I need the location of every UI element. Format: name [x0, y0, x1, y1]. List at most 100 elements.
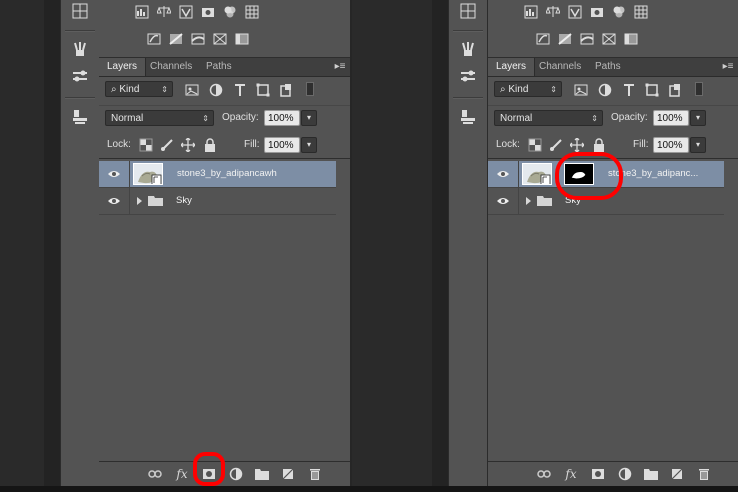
lock-all-icon[interactable] — [592, 138, 606, 152]
adjustments-row-2 — [536, 32, 638, 46]
camera-icon[interactable] — [201, 5, 215, 19]
filter-toggle-switch[interactable] — [306, 82, 314, 96]
trash-icon[interactable] — [696, 466, 712, 482]
adjustment-filter-icon[interactable] — [598, 83, 612, 97]
invert-icon[interactable] — [536, 32, 550, 46]
adjustment-filter-icon[interactable] — [209, 83, 223, 97]
new-group-icon[interactable] — [254, 466, 270, 482]
lock-transparency-icon[interactable] — [139, 138, 153, 152]
opacity-input[interactable]: 100% — [653, 110, 689, 126]
expand-triangle-icon[interactable] — [526, 197, 531, 205]
gradient-map-icon[interactable] — [602, 32, 616, 46]
lock-transparency-icon[interactable] — [528, 138, 542, 152]
posterize-icon[interactable] — [169, 32, 183, 46]
lock-position-icon[interactable] — [569, 137, 585, 153]
layer-group-row[interactable]: Sky — [99, 188, 336, 215]
lock-pixels-icon[interactable] — [549, 138, 563, 152]
levels-icon[interactable] — [135, 5, 149, 19]
lock-pixels-icon[interactable] — [160, 138, 174, 152]
levels-icon[interactable] — [524, 5, 538, 19]
eye-icon[interactable] — [99, 161, 130, 187]
gradient-map-icon[interactable] — [213, 32, 227, 46]
tab-paths[interactable]: Paths — [198, 58, 240, 76]
add-layer-mask-button[interactable] — [201, 466, 217, 482]
document-canvas[interactable] — [0, 0, 44, 492]
vibrance-icon[interactable] — [568, 5, 582, 19]
vibrance-icon[interactable] — [179, 5, 193, 19]
channel-mixer-icon[interactable] — [223, 5, 237, 19]
fill-input[interactable]: 100% — [264, 137, 300, 153]
camera-icon[interactable] — [590, 5, 604, 19]
adjustments-sliders-icon[interactable] — [61, 65, 99, 87]
tab-paths[interactable]: Paths — [587, 58, 629, 76]
balance-icon[interactable] — [157, 5, 171, 19]
shape-filter-icon[interactable] — [256, 83, 270, 97]
smart-object-filter-icon[interactable] — [279, 83, 293, 97]
eye-icon[interactable] — [488, 188, 519, 214]
new-layer-icon[interactable] — [280, 466, 296, 482]
invert-icon[interactable] — [147, 32, 161, 46]
lock-all-icon[interactable] — [203, 138, 217, 152]
new-layer-icon[interactable] — [669, 466, 685, 482]
layer-thumbnail[interactable] — [522, 163, 552, 185]
grid-icon[interactable] — [449, 0, 487, 22]
panel-menu-icon[interactable]: ▸≡ — [721, 61, 735, 73]
brush-presets-icon[interactable] — [449, 38, 487, 60]
tab-layers[interactable]: Layers — [488, 58, 536, 76]
pixel-filter-icon[interactable] — [574, 83, 588, 97]
panel-menu-icon[interactable]: ▸≡ — [333, 61, 347, 73]
trash-icon[interactable] — [307, 466, 323, 482]
fill-dropdown-button[interactable]: ▾ — [301, 137, 317, 153]
balance-icon[interactable] — [546, 5, 560, 19]
type-filter-icon[interactable] — [233, 83, 247, 97]
layer-row[interactable]: stone3_by_adipancawh — [99, 161, 336, 188]
adjustments-sliders-icon[interactable] — [449, 65, 487, 87]
smart-object-filter-icon[interactable] — [668, 83, 682, 97]
tab-channels[interactable]: Channels — [142, 58, 200, 76]
layer-mask-thumbnail[interactable] — [564, 163, 594, 185]
adjustment-layer-icon[interactable] — [228, 466, 244, 482]
opacity-input[interactable]: 100% — [264, 110, 300, 126]
channel-mixer-icon[interactable] — [612, 5, 626, 19]
clone-source-icon[interactable] — [61, 106, 99, 128]
color-lookup-icon[interactable] — [634, 5, 648, 19]
layer-group-row[interactable]: Sky — [488, 188, 724, 215]
adjustment-layer-icon[interactable] — [617, 466, 633, 482]
link-icon[interactable] — [147, 466, 163, 482]
link-icon[interactable] — [536, 466, 552, 482]
pixel-filter-icon[interactable] — [185, 83, 199, 97]
opacity-dropdown-button[interactable]: ▾ — [690, 110, 706, 126]
threshold-icon[interactable] — [191, 32, 205, 46]
expand-triangle-icon[interactable] — [137, 197, 142, 205]
threshold-icon[interactable] — [580, 32, 594, 46]
new-group-icon[interactable] — [643, 466, 659, 482]
brush-presets-icon[interactable] — [61, 38, 99, 60]
tab-channels[interactable]: Channels — [531, 58, 589, 76]
fill-input[interactable]: 100% — [653, 137, 689, 153]
selective-color-icon[interactable] — [235, 32, 249, 46]
fill-dropdown-button[interactable]: ▾ — [690, 137, 706, 153]
filter-toggle-switch[interactable] — [695, 82, 703, 96]
posterize-icon[interactable] — [558, 32, 572, 46]
color-lookup-icon[interactable] — [245, 5, 259, 19]
eye-icon[interactable] — [99, 188, 130, 214]
type-filter-icon[interactable] — [622, 83, 636, 97]
shape-filter-icon[interactable] — [645, 83, 659, 97]
add-layer-mask-button[interactable] — [590, 466, 606, 482]
tab-layers[interactable]: Layers — [99, 58, 147, 76]
selective-color-icon[interactable] — [624, 32, 638, 46]
blend-mode-select[interactable]: Normal ⇕ — [105, 110, 214, 126]
lock-position-icon[interactable] — [180, 137, 196, 153]
filter-kind-select[interactable]: ⌕ Kind ⇕ — [494, 81, 562, 97]
filter-kind-select[interactable]: ⌕ Kind ⇕ — [105, 81, 173, 97]
layer-row[interactable]: stone3_by_adipanc... — [488, 161, 724, 188]
eye-icon[interactable] — [488, 161, 519, 187]
fx-icon[interactable]: fx — [563, 466, 579, 482]
blend-mode-select[interactable]: Normal ⇕ — [494, 110, 603, 126]
grid-icon[interactable] — [61, 0, 99, 22]
layer-thumbnail[interactable] — [133, 163, 163, 185]
opacity-dropdown-button[interactable]: ▾ — [301, 110, 317, 126]
clone-source-icon[interactable] — [449, 106, 487, 128]
document-canvas[interactable] — [352, 0, 432, 492]
fx-icon[interactable]: fx — [174, 466, 190, 482]
